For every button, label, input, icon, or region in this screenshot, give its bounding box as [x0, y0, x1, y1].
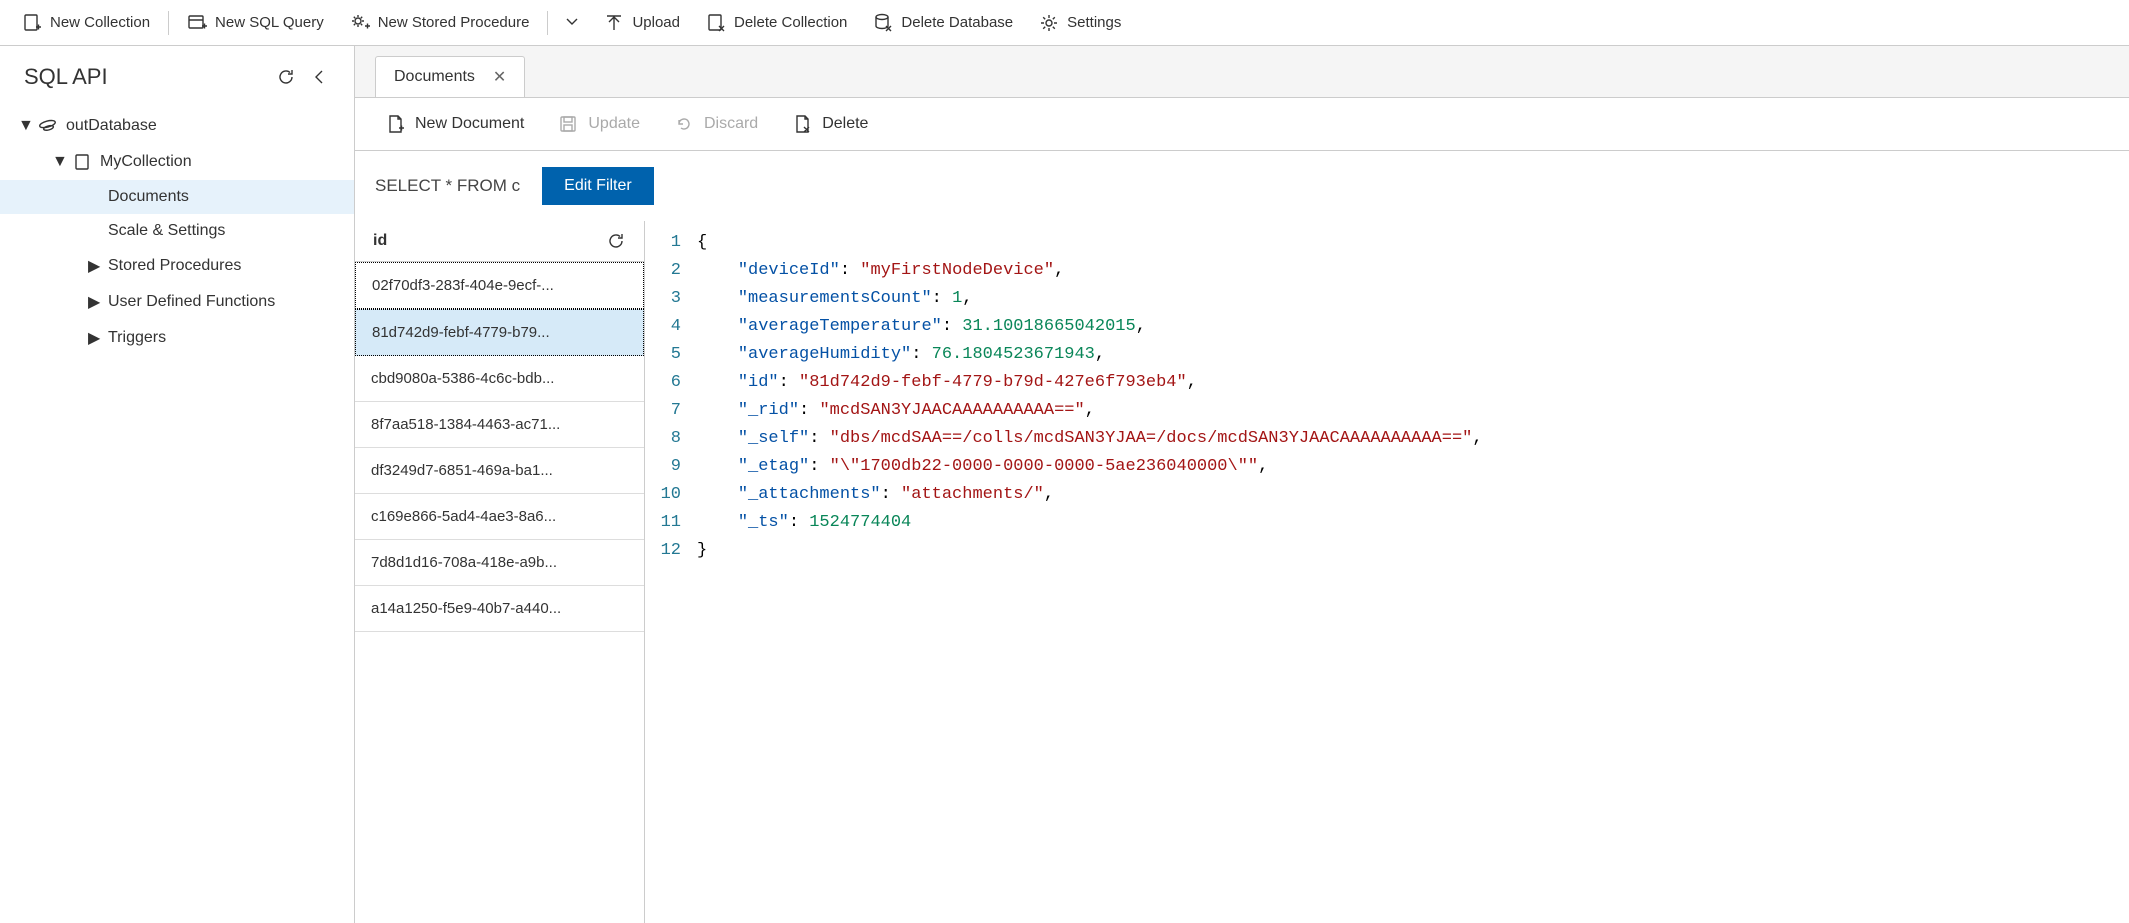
settings-button[interactable]: Settings	[1027, 7, 1133, 39]
collection-label: MyCollection	[100, 153, 192, 171]
update-label: Update	[588, 115, 640, 133]
id-row[interactable]: df3249d7-6851-469a-ba1...	[355, 448, 644, 494]
sidebar-title: SQL API	[24, 64, 108, 90]
new-stored-proc-label: New Stored Procedure	[378, 14, 530, 31]
database-icon	[38, 116, 58, 136]
database-node[interactable]: ▼ outDatabase	[0, 108, 354, 144]
id-row[interactable]: cbd9080a-5386-4c6c-bdb...	[355, 356, 644, 402]
query-text: SELECT * FROM c	[375, 176, 520, 196]
id-list-rows[interactable]: 02f70df3-283f-404e-9ecf-...81d742d9-febf…	[355, 262, 644, 923]
new-document-label: New Document	[415, 115, 524, 133]
top-toolbar: New Collection New SQL Query New Stored …	[0, 0, 2129, 46]
new-sql-query-label: New SQL Query	[215, 14, 324, 31]
caret-down-icon: ▼	[18, 117, 30, 135]
id-list-header: id	[355, 221, 644, 262]
new-sql-query-button[interactable]: New SQL Query	[175, 7, 336, 39]
delete-document-icon	[792, 114, 812, 134]
navigation-tree: ▼ outDatabase ▼ MyCollection Documents S…	[0, 100, 354, 364]
stored-procs-label: Stored Procedures	[108, 257, 241, 275]
caret-right-icon: ▶	[88, 256, 100, 276]
documents-label: Documents	[108, 188, 189, 206]
udfs-label: User Defined Functions	[108, 293, 275, 311]
new-document-icon	[385, 114, 405, 134]
caret-right-icon: ▶	[88, 328, 100, 348]
delete-collection-button[interactable]: Delete Collection	[694, 7, 859, 39]
sidebar-item-udfs[interactable]: ▶ User Defined Functions	[0, 284, 354, 320]
update-button: Update	[544, 108, 654, 140]
caret-down-icon: ▼	[52, 153, 64, 171]
main-layout: SQL API ▼ outDatabase ▼ MyCollection Doc…	[0, 46, 2129, 923]
tab-documents[interactable]: Documents ✕	[375, 56, 525, 97]
new-document-button[interactable]: New Document	[371, 108, 538, 140]
collapse-icon[interactable]	[310, 67, 330, 87]
caret-right-icon: ▶	[88, 292, 100, 312]
delete-database-label: Delete Database	[901, 14, 1013, 31]
close-icon[interactable]: ✕	[493, 67, 506, 87]
new-collection-label: New Collection	[50, 14, 150, 31]
delete-database-icon	[873, 13, 893, 33]
save-icon	[558, 114, 578, 134]
delete-collection-label: Delete Collection	[734, 14, 847, 31]
json-editor[interactable]: 123456789101112 { "deviceId": "myFirstNo…	[645, 221, 2129, 923]
document-body: id 02f70df3-283f-404e-9ecf-...81d742d9-f…	[355, 221, 2129, 923]
json-code[interactable]: { "deviceId": "myFirstNodeDevice", "meas…	[689, 229, 2129, 923]
id-row[interactable]: a14a1250-f5e9-40b7-a440...	[355, 586, 644, 632]
delete-database-button[interactable]: Delete Database	[861, 7, 1025, 39]
triggers-label: Triggers	[108, 329, 166, 347]
discard-label: Discard	[704, 115, 758, 133]
settings-icon	[1039, 13, 1059, 33]
id-header-label: id	[373, 232, 387, 250]
sidebar-item-stored-procedures[interactable]: ▶ Stored Procedures	[0, 248, 354, 284]
undo-icon	[674, 114, 694, 134]
id-row[interactable]: 02f70df3-283f-404e-9ecf-...	[355, 262, 644, 309]
stored-proc-icon	[350, 13, 370, 33]
edit-filter-button[interactable]: Edit Filter	[542, 167, 654, 205]
chevron-down-icon	[562, 11, 582, 31]
line-gutter: 123456789101112	[645, 229, 689, 923]
collection-node[interactable]: ▼ MyCollection	[0, 144, 354, 180]
query-row: SELECT * FROM c Edit Filter	[355, 151, 2129, 221]
id-row[interactable]: 81d742d9-febf-4779-b79...	[355, 309, 644, 356]
discard-button: Discard	[660, 108, 772, 140]
collection-icon	[72, 152, 92, 172]
tab-label: Documents	[394, 68, 475, 86]
upload-button[interactable]: Upload	[592, 7, 692, 39]
new-stored-proc-button[interactable]: New Stored Procedure	[338, 7, 542, 39]
sql-query-icon	[187, 13, 207, 33]
id-row[interactable]: 7d8d1d16-708a-418e-a9b...	[355, 540, 644, 586]
id-list-panel: id 02f70df3-283f-404e-9ecf-...81d742d9-f…	[355, 221, 645, 923]
document-toolbar: New Document Update Discard Delete	[355, 98, 2129, 151]
sidebar-item-documents[interactable]: Documents	[0, 180, 354, 214]
toolbar-separator	[168, 11, 169, 35]
delete-label: Delete	[822, 115, 868, 133]
database-label: outDatabase	[66, 117, 157, 135]
sidebar: SQL API ▼ outDatabase ▼ MyCollection Doc…	[0, 46, 355, 923]
tab-bar: Documents ✕	[355, 46, 2129, 98]
sidebar-item-scale-settings[interactable]: Scale & Settings	[0, 214, 354, 248]
refresh-icon[interactable]	[606, 231, 626, 251]
delete-collection-icon	[706, 13, 726, 33]
sidebar-header: SQL API	[0, 46, 354, 100]
sidebar-item-triggers[interactable]: ▶ Triggers	[0, 320, 354, 356]
new-collection-icon	[22, 13, 42, 33]
id-row[interactable]: c169e866-5ad4-4ae3-8a6...	[355, 494, 644, 540]
content-area: Documents ✕ New Document Update Discard …	[355, 46, 2129, 923]
stored-proc-dropdown[interactable]	[554, 5, 590, 40]
upload-label: Upload	[632, 14, 680, 31]
refresh-icon[interactable]	[276, 67, 296, 87]
id-row[interactable]: 8f7aa518-1384-4463-ac71...	[355, 402, 644, 448]
delete-button[interactable]: Delete	[778, 108, 882, 140]
settings-label: Settings	[1067, 14, 1121, 31]
upload-icon	[604, 13, 624, 33]
toolbar-separator	[547, 11, 548, 35]
new-collection-button[interactable]: New Collection	[10, 7, 162, 39]
scale-settings-label: Scale & Settings	[108, 222, 225, 240]
